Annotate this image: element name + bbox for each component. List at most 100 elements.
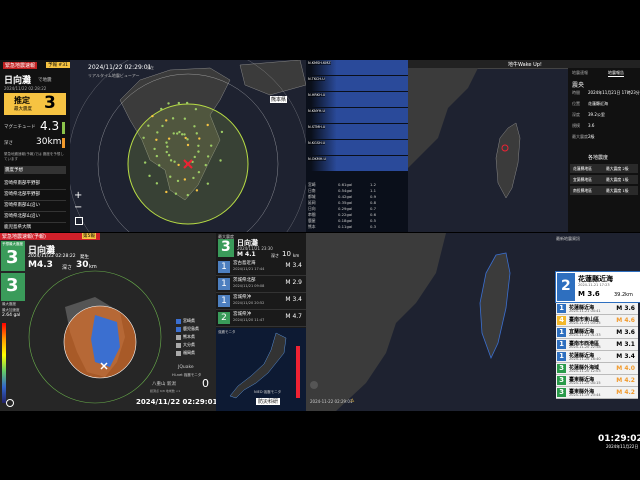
tw-row-int: 3 <box>557 376 566 385</box>
tw-main-mag: M 3.6 <box>578 290 600 298</box>
report-field-label: 位置 <box>572 101 580 106</box>
zoom-out-button[interactable]: − <box>74 202 82 213</box>
jquake-panel: 緊急地震速報(予報) 第5報 予想最大震度 3 日向灘 2024/11/22 0… <box>0 233 216 411</box>
tw-row-date: 2024-11-20 12:03 <box>569 369 601 373</box>
jq-history-row[interactable]: 1 茨城県北部 2024/11/21 09:08 M 2.9 <box>216 276 306 293</box>
jq-intensity-value: 3 <box>6 247 19 268</box>
station-dot <box>169 175 172 178</box>
map-subtitle: リアルタイム地震ビューアー <box>88 73 140 78</box>
station-dot <box>197 170 201 174</box>
seis-cell: 1.1 <box>370 188 377 193</box>
eew-intensity-box: 推定 最大震度 3 <box>4 93 66 115</box>
jq-count-label: 八重山 新潟 <box>152 382 176 387</box>
area-row[interactable]: 南投縣地區 最大震度 1級 <box>570 186 638 195</box>
station-dot <box>155 138 158 141</box>
tw-bottom-map <box>306 233 511 411</box>
tab-eew[interactable]: 地震速報 <box>572 70 588 76</box>
waveform-trace: N.HRKH.U <box>306 92 408 107</box>
jq-shindo-value: 2.64 gal <box>2 313 21 318</box>
tw-main-int: 2 <box>561 278 571 294</box>
station-dot <box>142 136 145 140</box>
legend-label: 熊本県 <box>183 334 195 339</box>
area-int: 最大震度 2級 <box>606 166 629 171</box>
eew-badge: 予報 #31 <box>46 62 70 68</box>
waveform-trace: N.OKMH.U <box>306 156 408 171</box>
tw-history-row[interactable]: 3 臺東縣近海 2024-11-20 04:15 M 4.2 <box>556 375 638 387</box>
area-name: 花蓮縣地區 <box>573 166 592 171</box>
clock-time: 01:29:02 <box>598 434 640 444</box>
taiwan-wakeup-panel: 地牛Wake Up! 地震速報 地震報告 震央 時間 2024年11月21日 17… <box>408 60 640 232</box>
jq-intensity-box: 予想最大震度 3 <box>1 241 25 271</box>
station-dot <box>183 133 186 136</box>
waveform-trace: N.TKCH.U <box>306 76 408 91</box>
eew-intensity-value: 3 <box>44 93 56 113</box>
waveform-traces: N.KMSH.KMZ N.TKCH.U N.HRKH.U N.KNYH.U N.STMH… <box>306 60 408 180</box>
jq-footer-time: 2024/11/22 02:29:01 <box>136 398 216 406</box>
mini-source: NIED 強震モニタ <box>254 390 282 394</box>
station-dot <box>167 102 170 105</box>
tw-report-side: 地震速報 地震報告 震央 時間2024年11月21日 17時23分04秒位置花蓮… <box>568 68 640 232</box>
station-dot <box>151 114 154 118</box>
tw-settings-icon[interactable] <box>310 381 318 389</box>
jq-row-int: 2 <box>218 312 230 324</box>
tw-history-row[interactable]: 1 臺南市西港區 2024-11-20 22:58 M 3.1 <box>556 339 638 351</box>
eew-region: 日向灘 <box>4 76 32 86</box>
report-field-row: 深度 39.2公里 <box>572 112 638 123</box>
jq-history-row[interactable]: 2 宮城県沖 2024/11/20 11:47 M 4.7 <box>216 310 306 327</box>
jq-history-row[interactable]: 1 宮城県沖 2024/11/20 20:52 M 3.4 <box>216 293 306 310</box>
report-field-value: 3.6 <box>588 123 595 128</box>
area-row[interactable]: 宜蘭縣地區 最大震度 1級 <box>570 175 638 184</box>
eew-depth-label: 深さ <box>4 141 13 146</box>
tw-history-row[interactable]: 1 花蓮縣近海 2024-11-20 18:40 M 3.4 <box>556 351 638 363</box>
station-dot <box>194 107 198 111</box>
seis-cell: 0.35gal <box>338 200 353 205</box>
settings-gear-icon[interactable] <box>6 399 14 407</box>
tw-history-row[interactable]: 1 宜蘭縣近海 2024-11-21 01:33 M 3.6 <box>556 327 638 339</box>
tw-history-row[interactable]: 4 臺南市東山區 2024-11-21 03:25 M 4.6 <box>556 315 638 327</box>
report-field-label: 時間 <box>572 90 580 95</box>
station-dot <box>169 159 173 162</box>
zoom-in-button[interactable]: + <box>74 190 82 201</box>
kyushu-realtime-map[interactable]: 2024/11/22 02:29:01 現在 リアルタイム地震ビューアー 熊本県… <box>70 60 306 232</box>
station-dot <box>153 147 156 151</box>
eew-note: 緊急地震速報(予報)では 震度を予想しています <box>4 152 64 161</box>
jq-first-mag: M 4.1 <box>237 251 256 258</box>
legend-swatch <box>176 334 181 340</box>
tw-row-mag: M 3.1 <box>616 341 635 348</box>
station-dot <box>184 136 187 140</box>
trace-label: N.KMSH.KMZ <box>308 61 331 65</box>
tw-history-row[interactable]: 1 花蓮縣近海 2024-11-21 04:41 M 3.6 <box>556 303 638 315</box>
legend-item: 福岡県 <box>176 349 214 357</box>
jq-legend: 宮崎県 鹿児島県 熊本県 大分県 福岡県 <box>176 317 214 357</box>
station-dot <box>176 179 180 183</box>
tw-row-int: 1 <box>557 304 566 313</box>
seis-cell: 0.22gal <box>338 212 353 217</box>
tab-report[interactable]: 地震報告 <box>608 70 624 77</box>
jq-history-row[interactable]: 1 宮古島近海 2024/11/21 17:44 M 3.4 <box>216 259 306 276</box>
station-dot <box>155 182 159 185</box>
taiwan-map-svg <box>408 68 521 199</box>
jq-row-int: 1 <box>218 261 230 273</box>
jq-mini-map: 強震モニタ NIED 強震モニタ 防災科研 <box>216 328 306 411</box>
area-row[interactable]: 花蓮縣地區 最大震度 2級 <box>570 164 638 173</box>
seis-cell: 1.2 <box>370 182 377 187</box>
area-list: 花蓮縣地區 最大震度 2級宜蘭縣地區 最大震度 1級 南投縣地區 最大震度 1級 <box>570 164 638 197</box>
legend-label: 鹿児島県 <box>183 326 199 331</box>
eew-area-item: 宮崎県北部山沿い <box>4 212 66 223</box>
eew-maxint-label: 最大震度 <box>14 107 32 112</box>
seis-cell: 0.9 <box>370 194 377 199</box>
jq-history-list: 1 宮古島近海 2024/11/21 17:44 M 3.4 1 茨城県北部 2024/11… <box>216 259 306 327</box>
station-dot <box>186 143 190 147</box>
jq-first-depth: 10 <box>282 250 291 258</box>
eew-mag-bar <box>62 122 65 134</box>
station-dot <box>206 182 210 185</box>
station-dot <box>157 164 161 167</box>
tw-row-date: 2024-11-20 04:15 <box>569 381 601 385</box>
tw-history-panel: 最新地震資訊 2 花蓮縣近海 2024-11-21 17:23 M 3.6 39… <box>306 233 640 411</box>
fullscreen-icon[interactable] <box>75 217 83 225</box>
tw-history-row[interactable]: 3 花蓮縣外海域 2024-11-20 12:03 M 4.0 <box>556 363 638 375</box>
seis-cell: 0.61gal <box>338 182 353 187</box>
report-field-value: 2024年11月21日 17時23分04秒 <box>588 90 640 95</box>
report-field-value: 花蓮縣近海 <box>588 101 608 106</box>
tw-history-row[interactable]: 3 臺東縣外海 2024-11-19 23:44 M 4.2 <box>556 387 638 399</box>
